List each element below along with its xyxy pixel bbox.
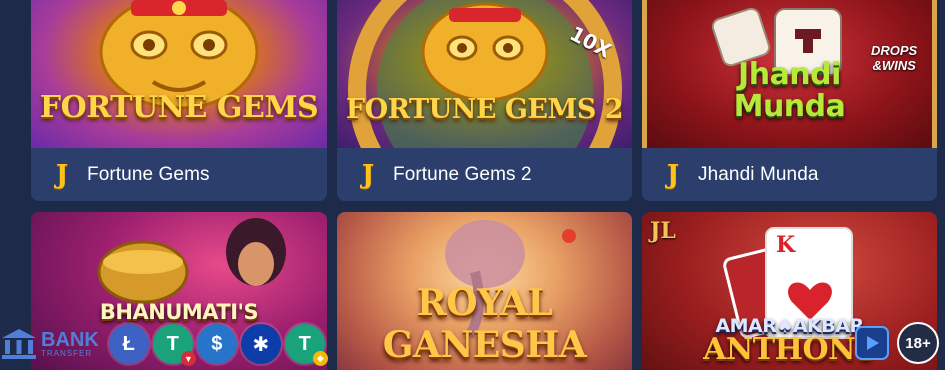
game-thumbnail: ROYAL GANESHA [337, 212, 632, 370]
game-card-footer: J Fortune Gems [31, 148, 327, 201]
game-card-royal-ganesha[interactable]: ROYAL GANESHA [337, 212, 632, 370]
play-triangle-icon [867, 336, 879, 350]
game-card-fortune-gems-2[interactable]: 10X FORTUNE GEMS 2 J Fortune Gems 2 [337, 0, 632, 201]
thumbnail-title-line-1: Jhandi [738, 57, 841, 92]
promo-line-1: DROPS [871, 43, 918, 58]
game-thumbnail: 10X FORTUNE GEMS 2 [337, 0, 632, 148]
usdc-icon: $ [196, 324, 237, 364]
jili-provider-icon: J [666, 159, 680, 190]
thumbnail-title-line-2: Munda [733, 89, 846, 124]
age-restriction-badge: 18+ [897, 322, 939, 364]
tron-badge-icon: ▼ [180, 351, 196, 366]
game-name: Fortune Gems 2 [393, 163, 532, 185]
game-card-amar-akbar-anthony[interactable]: K JL AMAR♠AKBAR ANTHONY [642, 212, 937, 370]
thumbnail-title-line-2: ANTHONY [703, 332, 876, 367]
game-thumbnail: K JL AMAR♠AKBAR ANTHONY [642, 212, 937, 370]
tether-bnb-icon: T ◆ [284, 324, 328, 366]
game-card-footer: J Fortune Gems 2 [337, 148, 632, 201]
game-card-fortune-gems[interactable]: FORTUNE GEMS J Fortune Gems [31, 0, 327, 201]
golden-wheel-icon [348, 0, 622, 148]
bank-label: BANK [41, 328, 99, 351]
thumbnail-title: Jhandi Munda [647, 59, 932, 123]
bank-transfer-logo: BANK TRANSFER [0, 327, 99, 361]
bank-icon [2, 329, 36, 359]
payment-methods-strip: BANK TRANSFER Ł T ▼ $ ✱ T ◆ [0, 320, 328, 368]
game-name: Jhandi Munda [698, 163, 819, 185]
jili-provider-icon: J [55, 159, 69, 190]
card-rank: K [776, 232, 796, 258]
litecoin-icon: Ł [108, 324, 149, 364]
bank-sub-label: TRANSFER [41, 348, 93, 358]
play-store-icon[interactable] [855, 326, 889, 360]
jl-provider-tag: JL [650, 218, 676, 244]
thumbnail-title: ROYAL GANESHA [337, 282, 632, 366]
cardano-icon: ✱ [240, 324, 281, 364]
thumbnail-title: AMAR♠AKBAR ANTHONY [642, 314, 937, 367]
thumbnail-title: FORTUNE GEMS 2 [345, 94, 624, 125]
bnb-badge-icon: ◆ [312, 351, 328, 366]
tether-tron-icon: T ▼ [152, 324, 196, 366]
jili-provider-icon: J [361, 159, 375, 190]
thumbnail-title-line-1: ROYAL [416, 282, 553, 324]
golden-mask-icon [99, 0, 259, 110]
game-thumbnail: FORTUNE GEMS [31, 0, 327, 148]
thumbnail-title-line-2: GANESHA [382, 324, 587, 366]
game-name: Fortune Gems [87, 163, 210, 185]
game-thumbnail: DROPS &WINS Jhandi Munda [642, 0, 937, 148]
game-card-jhandi-munda[interactable]: DROPS &WINS Jhandi Munda J Jhandi Munda [642, 0, 937, 201]
game-card-footer: J Jhandi Munda [642, 148, 937, 201]
thumbnail-title: FORTUNE GEMS [39, 90, 319, 125]
